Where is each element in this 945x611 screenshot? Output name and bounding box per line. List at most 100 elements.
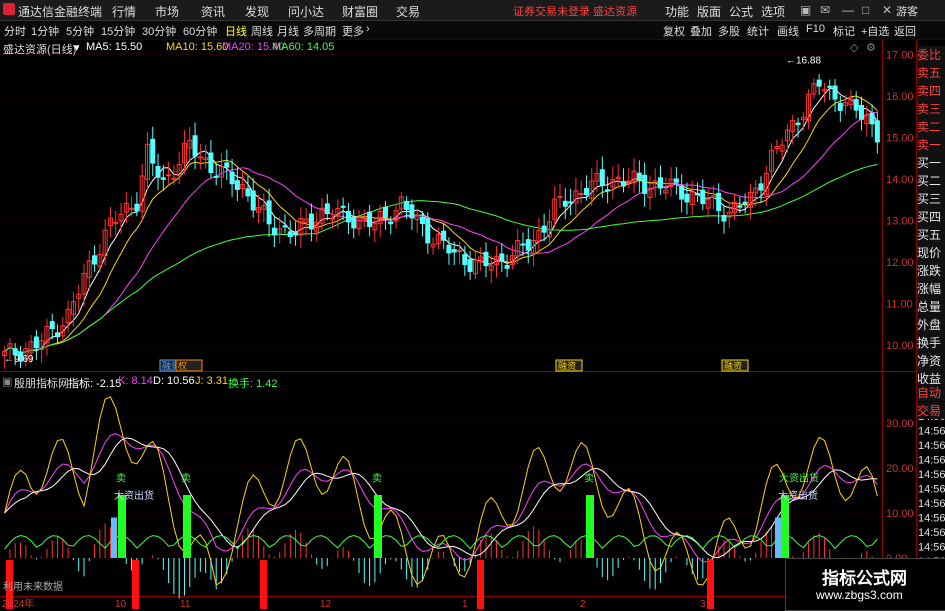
side-item-4[interactable]: 卖二 (917, 118, 945, 136)
side-item-3[interactable]: 卖三 (917, 100, 945, 118)
period-tick[interactable]: 分时 (4, 23, 26, 39)
candle-body (203, 157, 209, 161)
candle-body (335, 208, 341, 217)
side-item-13[interactable]: 涨幅 (917, 280, 945, 298)
candle-body (213, 175, 219, 178)
candle-body (552, 198, 558, 221)
candle-body (864, 114, 870, 125)
settings-icon[interactable]: ⚙ (866, 41, 876, 54)
btn-stats[interactable]: 统计 (747, 23, 769, 39)
side-item-10[interactable]: 买五 (917, 226, 945, 244)
btn-back[interactable]: 返回 (894, 23, 916, 39)
menu-trade[interactable]: 交易 (396, 3, 420, 20)
ma-toggle-icon[interactable]: ▾ (74, 41, 80, 54)
candle-body (800, 116, 806, 121)
guest-label[interactable]: 游客 (896, 3, 918, 19)
btn-multistock[interactable]: 多股 (718, 23, 740, 39)
candle-body (409, 204, 415, 219)
maximize-icon[interactable]: □ (862, 3, 869, 17)
candle-body (298, 218, 304, 236)
btn-draw[interactable]: 画线 (777, 23, 799, 39)
chevron-right-icon[interactable]: › (366, 23, 370, 35)
candle-body (562, 200, 568, 207)
period-5min[interactable]: 5分钟 (66, 23, 94, 39)
menu-formula[interactable]: 公式 (729, 3, 753, 20)
btn-f10[interactable]: F10 (806, 23, 825, 35)
menu-layout[interactable]: 版面 (697, 3, 721, 20)
period-monthly[interactable]: 月线 (277, 23, 299, 39)
candle-body (245, 188, 251, 197)
indicator-toggle-icon[interactable]: ▣ (2, 375, 12, 388)
period-1min[interactable]: 1分钟 (31, 23, 59, 39)
x-tick-label: 10 (115, 599, 127, 609)
btn-overlay[interactable]: 叠加 (690, 23, 712, 39)
btn-adjust[interactable]: 复权 (663, 23, 685, 39)
candle-body (240, 184, 246, 190)
skin-icon[interactable]: ▣ (800, 3, 811, 17)
menu-markets[interactable]: 市场 (155, 3, 179, 20)
time-label: 14:56 (918, 542, 945, 554)
period-daily[interactable]: 日线 (225, 23, 247, 39)
side-item-15[interactable]: 外盘 (917, 316, 945, 334)
candle-body (647, 187, 653, 199)
side-item-7[interactable]: 买二 (917, 172, 945, 190)
x-tick-label: 1 (462, 599, 468, 609)
x-tick-label: 3 (700, 599, 706, 609)
side-item-1[interactable]: 卖五 (917, 64, 945, 82)
period-weekly[interactable]: 周线 (251, 23, 273, 39)
side-item-6[interactable]: 买一 (917, 154, 945, 172)
side-trade-item-0[interactable]: 自动 (917, 384, 945, 401)
event-tag: 权 (178, 360, 187, 371)
btn-add-watchlist[interactable]: +自选 (861, 23, 889, 39)
menu-discover[interactable]: 发现 (245, 3, 269, 20)
menu-options[interactable]: 选项 (761, 3, 785, 20)
candle-body (583, 188, 589, 196)
watermark: 指标公式网 www.zbgs3.com (785, 558, 945, 611)
side-item-11[interactable]: 现价 (917, 244, 945, 262)
sell-signal-bar (374, 495, 382, 558)
candle-body (673, 178, 679, 183)
candle-body (118, 214, 124, 222)
sell-signal-bar (183, 495, 191, 558)
login-warning[interactable]: 证券交易未登录 盛达资源 (513, 3, 637, 19)
candle-body (277, 228, 283, 235)
time-label: 14:56 (918, 426, 945, 438)
minimize-icon[interactable]: — (842, 3, 854, 17)
side-item-16[interactable]: 换手 (917, 334, 945, 352)
side-item-17[interactable]: 净资 (917, 352, 945, 370)
side-item-8[interactable]: 买三 (917, 190, 945, 208)
candle-body (155, 165, 161, 178)
side-item-5[interactable]: 卖一 (917, 136, 945, 154)
menu-news[interactable]: 资讯 (201, 3, 225, 20)
side-trade-item-1[interactable]: 交易 (917, 402, 945, 419)
menu-function[interactable]: 功能 (665, 3, 689, 20)
menu-market[interactable]: 行情 (112, 3, 136, 20)
side-item-9[interactable]: 买四 (917, 208, 945, 226)
close-icon[interactable]: ✕ (882, 3, 892, 17)
message-icon[interactable]: ✉ (820, 3, 830, 17)
menu-xiaoda[interactable]: 问小达 (288, 3, 324, 20)
period-15min[interactable]: 15分钟 (101, 23, 135, 39)
candle-body (113, 221, 119, 224)
period-multi[interactable]: 多周期 (303, 23, 336, 39)
candle-body (256, 206, 262, 213)
candle-body (795, 122, 801, 126)
period-60min[interactable]: 60分钟 (183, 23, 217, 39)
diamond-icon[interactable]: ◇ (850, 41, 858, 54)
period-30min[interactable]: 30分钟 (142, 23, 176, 39)
period-more[interactable]: 更多 (342, 23, 364, 39)
candle-body (779, 144, 785, 152)
btn-mark[interactable]: 标记 (833, 23, 855, 39)
side-item-0[interactable]: 委比 (917, 46, 945, 64)
candle-body (324, 203, 330, 215)
main-y-tick: 16.00 (886, 91, 914, 103)
side-item-14[interactable]: 总量 (917, 298, 945, 316)
menu-wealth[interactable]: 财富圈 (342, 3, 378, 20)
title-bar: 通达信金融终端 行情 市场 资讯 发现 问小达 财富圈 交易 证券交易未登录 盛… (0, 0, 945, 21)
candle-body (747, 191, 753, 208)
candle-body (525, 239, 531, 251)
x-tick-label: 11 (180, 599, 191, 609)
side-item-12[interactable]: 涨跌 (917, 262, 945, 280)
side-item-2[interactable]: 卖四 (917, 82, 945, 100)
candle-body (631, 170, 637, 184)
